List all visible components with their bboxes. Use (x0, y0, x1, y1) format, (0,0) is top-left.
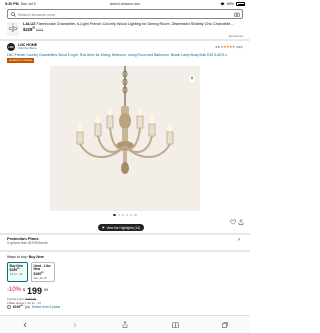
ad-price: $22999$269 (23, 26, 44, 32)
carousel-dot[interactable] (121, 214, 124, 217)
brand-row[interactable]: LNC LNC HOME Visit the Store 4.5 ★★★★★ (… (7, 42, 243, 52)
divider (0, 250, 250, 252)
share-icon[interactable] (120, 320, 130, 330)
carousel-dots[interactable] (0, 214, 250, 217)
chevron-right-icon[interactable]: › (238, 237, 240, 243)
payment-plan-option[interactable]: $19999 (or) Select from 9 plans (7, 305, 60, 309)
product-title: LNC French Country Chandeliers Wood 6 Li… (7, 53, 228, 57)
chandelier-image (50, 66, 200, 211)
visit-store-link[interactable]: Visit the Store (18, 47, 37, 51)
ways-to-buy-prefix: Ways to buy: (7, 255, 29, 259)
back-icon[interactable] (20, 320, 30, 330)
discount-percent: -10% (7, 287, 22, 293)
option-date: Sat, Jul 15 (33, 276, 47, 281)
search-icon[interactable] (8, 9, 18, 19)
used-like-new-option[interactable]: Used - Like New $16999 Sat, Jul 15 (31, 262, 55, 282)
price-row: -10% $ 199 99 (7, 287, 48, 296)
sponsored-ad[interactable]: LALUZ Farmhouse Chandelier, 6-Light Fren… (7, 22, 243, 38)
heart-icon[interactable] (230, 212, 236, 230)
highlights-label: View the Highlights (14) (106, 225, 141, 230)
brand-logo[interactable]: LNC (7, 43, 15, 51)
carousel-dot[interactable] (126, 214, 129, 217)
battery-icon (236, 2, 245, 6)
option-date: Jul 11 - 13 (9, 272, 23, 277)
rating-value: 4.5 (215, 45, 220, 49)
camera-icon[interactable] (232, 12, 242, 17)
protection-plans-subtitle: 3 options from $19.99/month (7, 241, 48, 245)
browser-toolbar (0, 315, 250, 333)
search-input[interactable] (18, 10, 232, 18)
review-count[interactable]: (526) (236, 45, 243, 49)
ways-to-buy-selected: Buy New (28, 255, 44, 259)
buy-new-option[interactable]: Buy New $19999 Jul 11 - 13 (7, 262, 28, 282)
price-symbol: $ (23, 288, 26, 292)
ad-title-prefix: LALUZ (23, 22, 36, 26)
share-icon[interactable] (188, 70, 196, 88)
sponsored-label[interactable]: Sponsored (228, 34, 243, 38)
search-bar[interactable] (7, 9, 243, 19)
price-fraction: 99 (44, 288, 49, 292)
rating[interactable]: 4.5 ★★★★★ (526) (215, 45, 243, 49)
amazons-choice-badge[interactable]: Amazon's Choice (7, 58, 35, 63)
plan-price: $19999 (13, 305, 23, 310)
ad-text[interactable]: LALUZ Farmhouse Chandelier, 6-Light Fren… (23, 22, 243, 32)
status-bar: 5:30 PM Sun Jul 9 search.amazon.com 89% (0, 0, 250, 8)
divider (0, 39, 250, 41)
price-whole: 199 (27, 286, 43, 296)
star-rating-icon: ★★★★★ (220, 45, 235, 49)
bookmarks-icon[interactable] (170, 320, 180, 330)
forward-icon[interactable] (70, 320, 80, 330)
ad-price-fraction: 99 (32, 26, 35, 30)
ad-title: Farmhouse Chandelier, 6-Light French Cou… (35, 22, 234, 26)
divider (0, 233, 250, 235)
ad-strike-price: $269 (36, 27, 44, 32)
radio-button[interactable] (7, 305, 11, 310)
ways-to-buy-label: Ways to buy: Buy New (7, 255, 44, 259)
carousel-dot[interactable] (113, 214, 116, 217)
product-image[interactable] (50, 66, 200, 211)
play-icon (102, 226, 105, 229)
select-plans-link[interactable]: Select from 9 plans (32, 305, 60, 309)
url-label: search.amazon.com (109, 2, 141, 6)
view-highlights-button[interactable]: View the Highlights (14) (98, 224, 145, 231)
ad-thumbnail[interactable] (7, 22, 19, 36)
carousel-dot[interactable] (117, 214, 120, 217)
tabs-icon[interactable] (220, 320, 230, 330)
carousel-dot[interactable] (134, 214, 137, 217)
carousel-dot[interactable] (130, 214, 133, 217)
plan-connector: (or) (24, 305, 30, 310)
share-icon[interactable] (238, 212, 244, 230)
option-title: Used - Like New (33, 263, 51, 272)
